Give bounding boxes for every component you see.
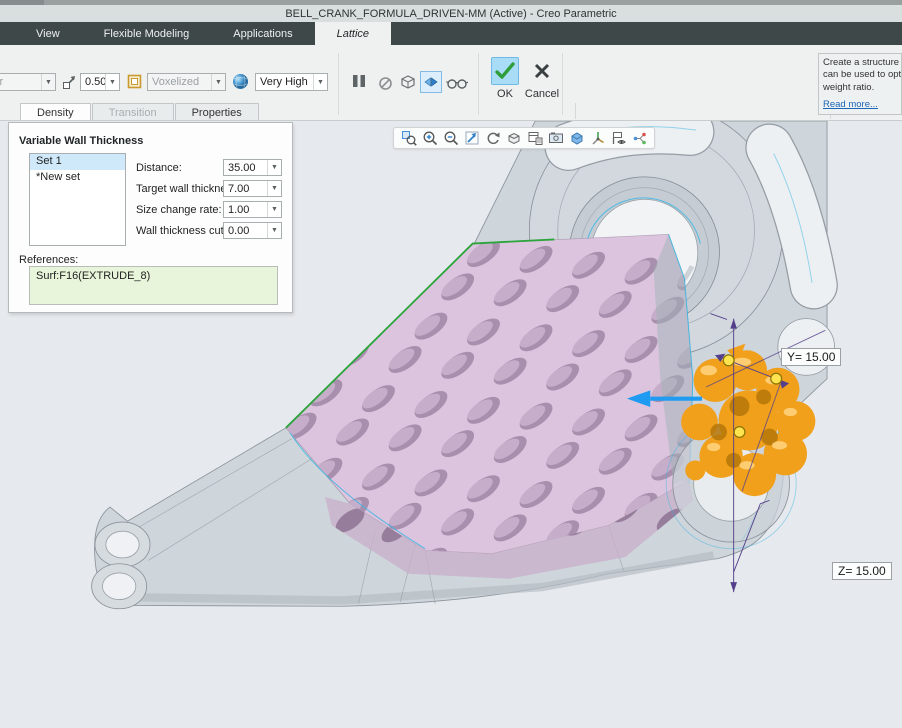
tab-properties[interactable]: Properties [175,103,259,120]
chevron-down-icon[interactable]: ▼ [267,160,281,175]
set-list[interactable]: Set 1 *New set [29,153,126,246]
chevron-down-icon[interactable]: ▼ [41,74,55,90]
target-wall-thickness-input[interactable]: 7.00 ▼ [223,180,282,197]
read-more-link[interactable]: Read more... [823,99,878,110]
help-text-line: weight ratio. [823,82,901,94]
set-list-item[interactable]: Set 1 [30,154,125,170]
dimension-handle[interactable] [734,427,745,438]
spin-center-icon[interactable] [629,129,650,147]
distance-input[interactable]: 35.00 ▼ [223,159,282,176]
reference-item[interactable]: Surf:F16(EXTRUDE_8) [36,270,150,282]
quality-value: Very High [256,74,313,90]
help-text-line: can be used to opti [823,69,901,81]
box-zoom-icon[interactable] [398,129,419,147]
dashboard-tabs: Density Transition Properties [20,103,260,120]
chevron-down-icon[interactable]: ▼ [267,202,281,217]
cancel-button[interactable]: Cancel [524,57,560,100]
repaint-icon[interactable] [482,129,503,147]
refit-icon[interactable] [461,129,482,147]
size-change-rate-label: Size change rate: [136,204,222,216]
wall-thickness-cutoff-input[interactable]: 0.00 ▼ [223,222,282,239]
attached-preview-icon[interactable] [420,71,442,93]
ribbon-separator [575,103,576,119]
distance-value: 35.00 [224,160,267,175]
display-style-icon[interactable] [524,129,545,147]
variable-wall-thickness-panel: Variable Wall Thickness Set 1 *New set D… [8,122,293,313]
target-wall-thickness-value: 7.00 [224,181,267,196]
representation-dropdown[interactable]: Voxelized ▼ [147,73,226,91]
graphics-toolbar [393,127,655,149]
chevron-down-icon[interactable]: ▼ [267,223,281,238]
lattice-type-dropdown[interactable]: lar ▼ [0,73,56,91]
application-window: BELL_CRANK_FORMULA_DRIVEN-MM (Active) - … [0,0,902,728]
wall-thickness-cutoff-value: 0.00 [224,223,267,238]
tab-lattice[interactable]: Lattice [315,22,391,45]
no-preview-icon[interactable] [374,72,396,94]
dimension-handle[interactable] [723,355,734,366]
title-bar: BELL_CRANK_FORMULA_DRIVEN-MM (Active) - … [0,5,902,22]
cell-size-input[interactable]: 0.50 ▼ [80,73,120,91]
capture-icon[interactable] [545,129,566,147]
cancel-label: Cancel [525,88,559,100]
annotation-display-icon[interactable] [608,129,629,147]
panel-title: Variable Wall Thickness [19,135,143,147]
quality-dropdown[interactable]: Very High ▼ [255,73,328,91]
chevron-down-icon[interactable]: ▼ [105,74,119,90]
zoom-in-icon[interactable] [419,129,440,147]
tab-flexible-modeling[interactable]: Flexible Modeling [82,22,212,45]
size-change-rate-input[interactable]: 1.00 ▼ [223,201,282,218]
size-change-rate-value: 1.00 [224,202,267,217]
zoom-out-icon[interactable] [440,129,461,147]
y-dimension-label[interactable]: Y= 15.00 [781,348,841,366]
frame-icon[interactable] [126,73,143,95]
verify-glasses-icon[interactable] [446,72,468,94]
lattice-help-popup: Create a structure o can be used to opti… [818,53,902,115]
pause-icon[interactable] [348,70,370,92]
set-list-item-new[interactable]: *New set [30,170,125,186]
help-text-line: Create a structure o [823,57,901,69]
unattached-preview-icon[interactable] [397,71,419,93]
perspective-icon[interactable] [566,129,587,147]
dimension-handle[interactable] [771,373,782,384]
ribbon-separator [478,53,479,115]
ok-label: OK [497,88,513,100]
references-label: References: [19,254,78,266]
graphics-area[interactable]: Y= 15.00 Z= 15.00 Variable Wall Thicknes… [0,121,902,728]
tab-applications[interactable]: Applications [211,22,314,45]
tab-density[interactable]: Density [20,103,91,120]
representation-value: Voxelized [148,74,211,90]
quality-sphere-icon [231,72,250,96]
cancel-x-icon [528,57,556,85]
datum-display-icon[interactable] [587,129,608,147]
tab-transition[interactable]: Transition [92,103,174,120]
cell-size-icon [61,74,78,96]
chevron-down-icon[interactable]: ▼ [313,74,327,90]
lattice-type-value: lar [0,74,41,90]
menu-tab-row: View Flexible Modeling Applications Latt… [0,22,902,45]
z-dimension-label[interactable]: Z= 15.00 [832,562,892,580]
cell-size-value: 0.50 [81,74,105,90]
chevron-down-icon[interactable]: ▼ [211,74,225,90]
chevron-down-icon[interactable]: ▼ [267,181,281,196]
ok-button[interactable]: OK [487,57,523,100]
ribbon-separator [562,53,563,115]
ribbon-separator [338,53,339,115]
window-title: BELL_CRANK_FORMULA_DRIVEN-MM (Active) - … [285,8,616,20]
tab-view[interactable]: View [14,22,82,45]
lattice-ribbon: lar ▼ 0.50 ▼ Voxelized ▼ Very High ▼ [0,45,902,121]
ok-check-icon [491,57,519,85]
saved-orientations-icon[interactable] [503,129,524,147]
references-box[interactable]: Surf:F16(EXTRUDE_8) [29,266,278,305]
distance-label: Distance: [136,162,182,174]
